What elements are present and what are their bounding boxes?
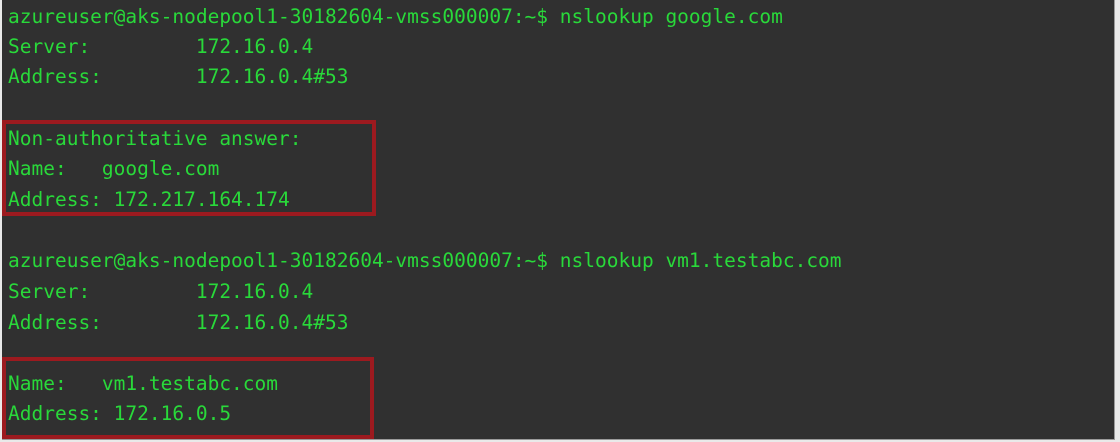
terminal-output-line: Server: 172.16.0.4 [8, 280, 314, 303]
terminal-prompt-line: azureuser@aks-nodepool1-30182604-vmss000… [8, 249, 842, 272]
terminal-output-line: Address: 172.16.0.4#53 [8, 65, 349, 88]
highlight-box-vm1-answer [2, 357, 374, 439]
highlight-box-google-answer [2, 120, 376, 216]
terminal-output-line: Server: 172.16.0.4 [8, 35, 314, 58]
terminal-window[interactable]: azureuser@aks-nodepool1-30182604-vmss000… [2, 0, 1115, 440]
terminal-output-line: Address: 172.16.0.4#53 [8, 311, 349, 334]
terminal-prompt-line: azureuser@aks-nodepool1-30182604-vmss000… [8, 5, 783, 28]
